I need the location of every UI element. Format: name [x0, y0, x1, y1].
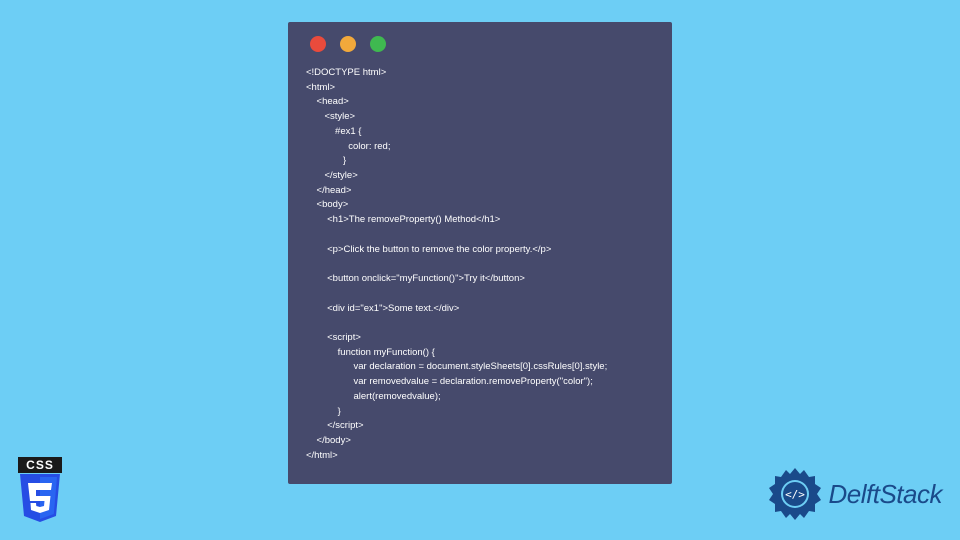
delftstack-brand-text: DelftStack: [829, 479, 943, 510]
code-window: <!DOCTYPE html> <html> <head> <style> #e…: [288, 22, 672, 484]
css3-badge: CSS: [18, 457, 62, 522]
css-shield-icon: [18, 474, 62, 522]
delftstack-brand: </> DelftStack: [767, 466, 943, 522]
delftstack-logo-icon: </>: [767, 466, 823, 522]
close-icon: [310, 36, 326, 52]
code-content: <!DOCTYPE html> <html> <head> <style> #e…: [306, 66, 654, 463]
svg-text:</>: </>: [785, 488, 805, 501]
minimize-icon: [340, 36, 356, 52]
traffic-lights: [310, 36, 654, 52]
css-badge-label: CSS: [18, 457, 62, 473]
maximize-icon: [370, 36, 386, 52]
